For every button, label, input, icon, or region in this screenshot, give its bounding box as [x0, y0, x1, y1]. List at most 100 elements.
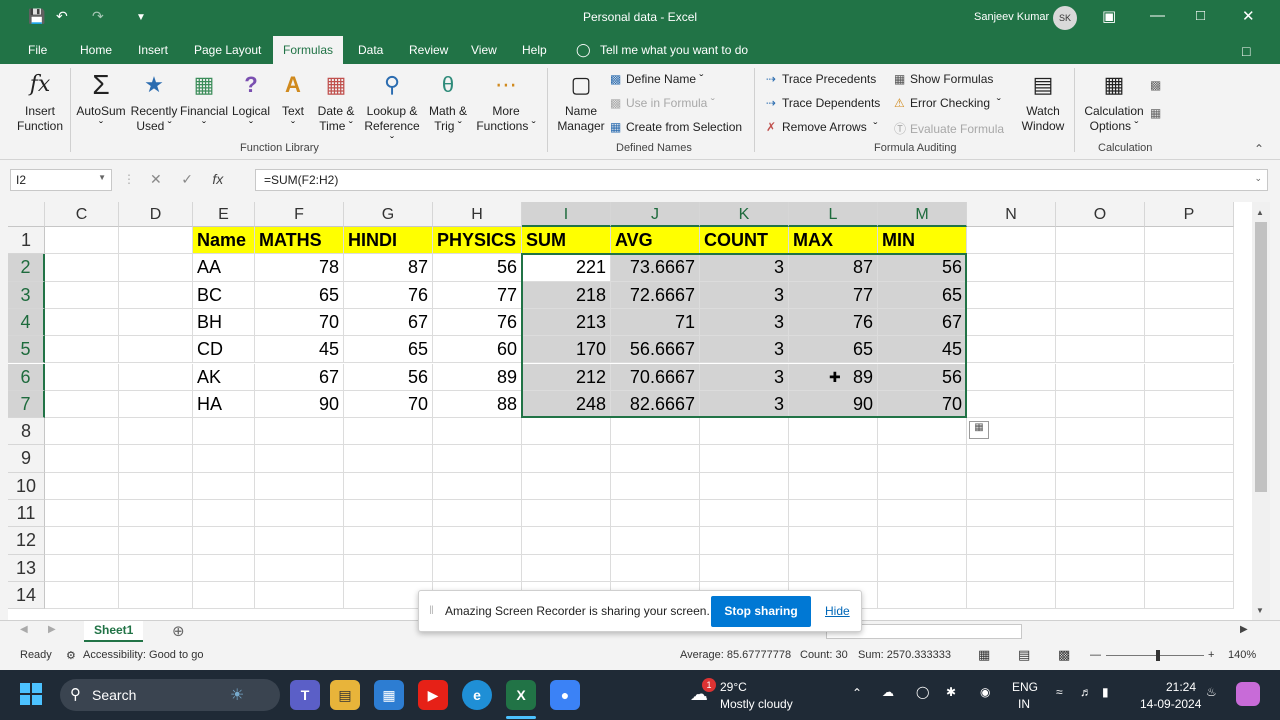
data-cell[interactable]: AA: [193, 254, 255, 282]
cell[interactable]: [433, 527, 522, 555]
recorder-icon[interactable]: ●: [550, 680, 580, 710]
prev-sheet-icon[interactable]: ◀: [20, 624, 28, 635]
cell[interactable]: [344, 445, 433, 473]
cell[interactable]: [1056, 472, 1145, 500]
cell[interactable]: [255, 418, 344, 446]
file-explorer-icon[interactable]: ▤: [330, 680, 360, 710]
data-cell[interactable]: 77: [789, 281, 878, 309]
data-cell[interactable]: 56: [878, 254, 967, 282]
cell[interactable]: [700, 500, 789, 528]
tab-formulas[interactable]: Formulas: [273, 36, 344, 64]
cell[interactable]: [255, 472, 344, 500]
expand-formula-icon[interactable]: ⌄: [1254, 173, 1262, 184]
cell[interactable]: [119, 363, 193, 391]
cell[interactable]: [119, 554, 193, 582]
data-cell[interactable]: 90: [255, 390, 344, 419]
row-header[interactable]: 2: [8, 254, 45, 282]
weather-desc[interactable]: Mostly cloudy: [720, 697, 793, 711]
cell[interactable]: [45, 336, 119, 364]
data-cell[interactable]: 70: [344, 390, 433, 419]
name-box[interactable]: I2 ▼: [10, 169, 112, 191]
data-cell[interactable]: 87: [789, 254, 878, 282]
data-cell[interactable]: 90: [789, 390, 878, 419]
data-cell[interactable]: 70: [878, 390, 967, 419]
scroll-up-icon[interactable]: ▲: [1256, 208, 1264, 217]
cell[interactable]: [119, 281, 193, 309]
column-header[interactable]: J: [611, 202, 700, 227]
drag-handle-icon[interactable]: ‖: [429, 603, 434, 617]
cell[interactable]: [1056, 554, 1145, 582]
hide-link[interactable]: Hide: [825, 604, 850, 618]
financial-button[interactable]: ▦ Financial ˇ: [180, 70, 228, 134]
column-header[interactable]: C: [45, 202, 119, 227]
lookup-reference-button[interactable]: ⚲ Lookup & Reference ˇ: [362, 70, 422, 149]
data-cell[interactable]: AK: [193, 363, 255, 391]
tab-help[interactable]: Help: [522, 43, 547, 57]
excel-taskbar-icon[interactable]: X: [506, 680, 536, 710]
data-cell[interactable]: 3: [700, 308, 789, 337]
add-sheet-icon[interactable]: ⊕: [172, 622, 185, 640]
ribbon-display-icon[interactable]: ▣: [1102, 7, 1116, 25]
comments-icon[interactable]: □: [1242, 43, 1250, 59]
cell[interactable]: [45, 445, 119, 473]
cell[interactable]: [1145, 254, 1234, 282]
text-button[interactable]: A Text ˇ: [276, 70, 310, 134]
cell[interactable]: [45, 281, 119, 309]
cell[interactable]: [967, 308, 1056, 337]
tab-insert[interactable]: Insert: [138, 43, 168, 57]
data-cell[interactable]: 67: [878, 308, 967, 337]
data-cell[interactable]: 56: [878, 363, 967, 391]
sheet-tab-sheet1[interactable]: Sheet1: [84, 621, 144, 642]
row-header[interactable]: 9: [8, 445, 45, 473]
cell[interactable]: [1056, 308, 1145, 337]
data-cell[interactable]: HA: [193, 390, 255, 419]
tab-view[interactable]: View: [471, 43, 497, 57]
chevron-up-icon[interactable]: ⌃: [852, 686, 862, 700]
cell[interactable]: [433, 472, 522, 500]
data-cell[interactable]: 45: [255, 336, 344, 364]
data-cell[interactable]: 76: [344, 281, 433, 309]
column-header[interactable]: I: [522, 202, 611, 227]
cell[interactable]: [1056, 363, 1145, 391]
cell[interactable]: [789, 445, 878, 473]
header-cell[interactable]: Name: [193, 227, 255, 255]
data-cell[interactable]: 88: [433, 390, 522, 419]
cell[interactable]: [1145, 445, 1234, 473]
cell[interactable]: [1145, 227, 1234, 255]
cell[interactable]: [967, 445, 1056, 473]
data-cell[interactable]: BH: [193, 308, 255, 337]
data-cell[interactable]: 87: [344, 254, 433, 282]
onedrive-icon[interactable]: ☁: [882, 685, 894, 699]
cell[interactable]: [1056, 281, 1145, 309]
data-cell[interactable]: 65: [255, 281, 344, 309]
row-header[interactable]: 14: [8, 581, 45, 610]
header-cell[interactable]: COUNT: [700, 227, 789, 255]
data-cell[interactable]: 3: [700, 390, 789, 419]
next-sheet-icon[interactable]: ▶: [48, 624, 56, 635]
header-cell[interactable]: MAX: [789, 227, 878, 255]
column-header[interactable]: E: [193, 202, 255, 227]
watch-window-button[interactable]: ▤ Watch Window: [1018, 70, 1068, 134]
cell[interactable]: [967, 390, 1056, 419]
vertical-scrollbar[interactable]: ▲ ▼: [1252, 202, 1270, 620]
cell[interactable]: [789, 500, 878, 528]
cell[interactable]: [1056, 581, 1145, 610]
zoom-slider[interactable]: [1106, 655, 1204, 656]
cell[interactable]: [45, 472, 119, 500]
cell[interactable]: [967, 500, 1056, 528]
cell[interactable]: [700, 554, 789, 582]
tab-file[interactable]: File: [28, 43, 47, 57]
row-header[interactable]: 12: [8, 527, 45, 555]
cell[interactable]: [967, 227, 1056, 255]
accessibility-status[interactable]: Accessibility: Good to go: [83, 649, 203, 661]
cell[interactable]: [700, 472, 789, 500]
microphone-icon[interactable]: ◉: [980, 685, 990, 699]
cell[interactable]: [967, 281, 1056, 309]
wifi-icon[interactable]: ≈: [1056, 685, 1063, 699]
cell[interactable]: [522, 527, 611, 555]
scroll-thumb[interactable]: [1255, 222, 1267, 492]
zoom-out-icon[interactable]: —: [1090, 649, 1101, 661]
collapse-ribbon-icon[interactable]: ⌃: [1254, 142, 1264, 156]
column-header[interactable]: L: [789, 202, 878, 227]
cell[interactable]: [522, 445, 611, 473]
